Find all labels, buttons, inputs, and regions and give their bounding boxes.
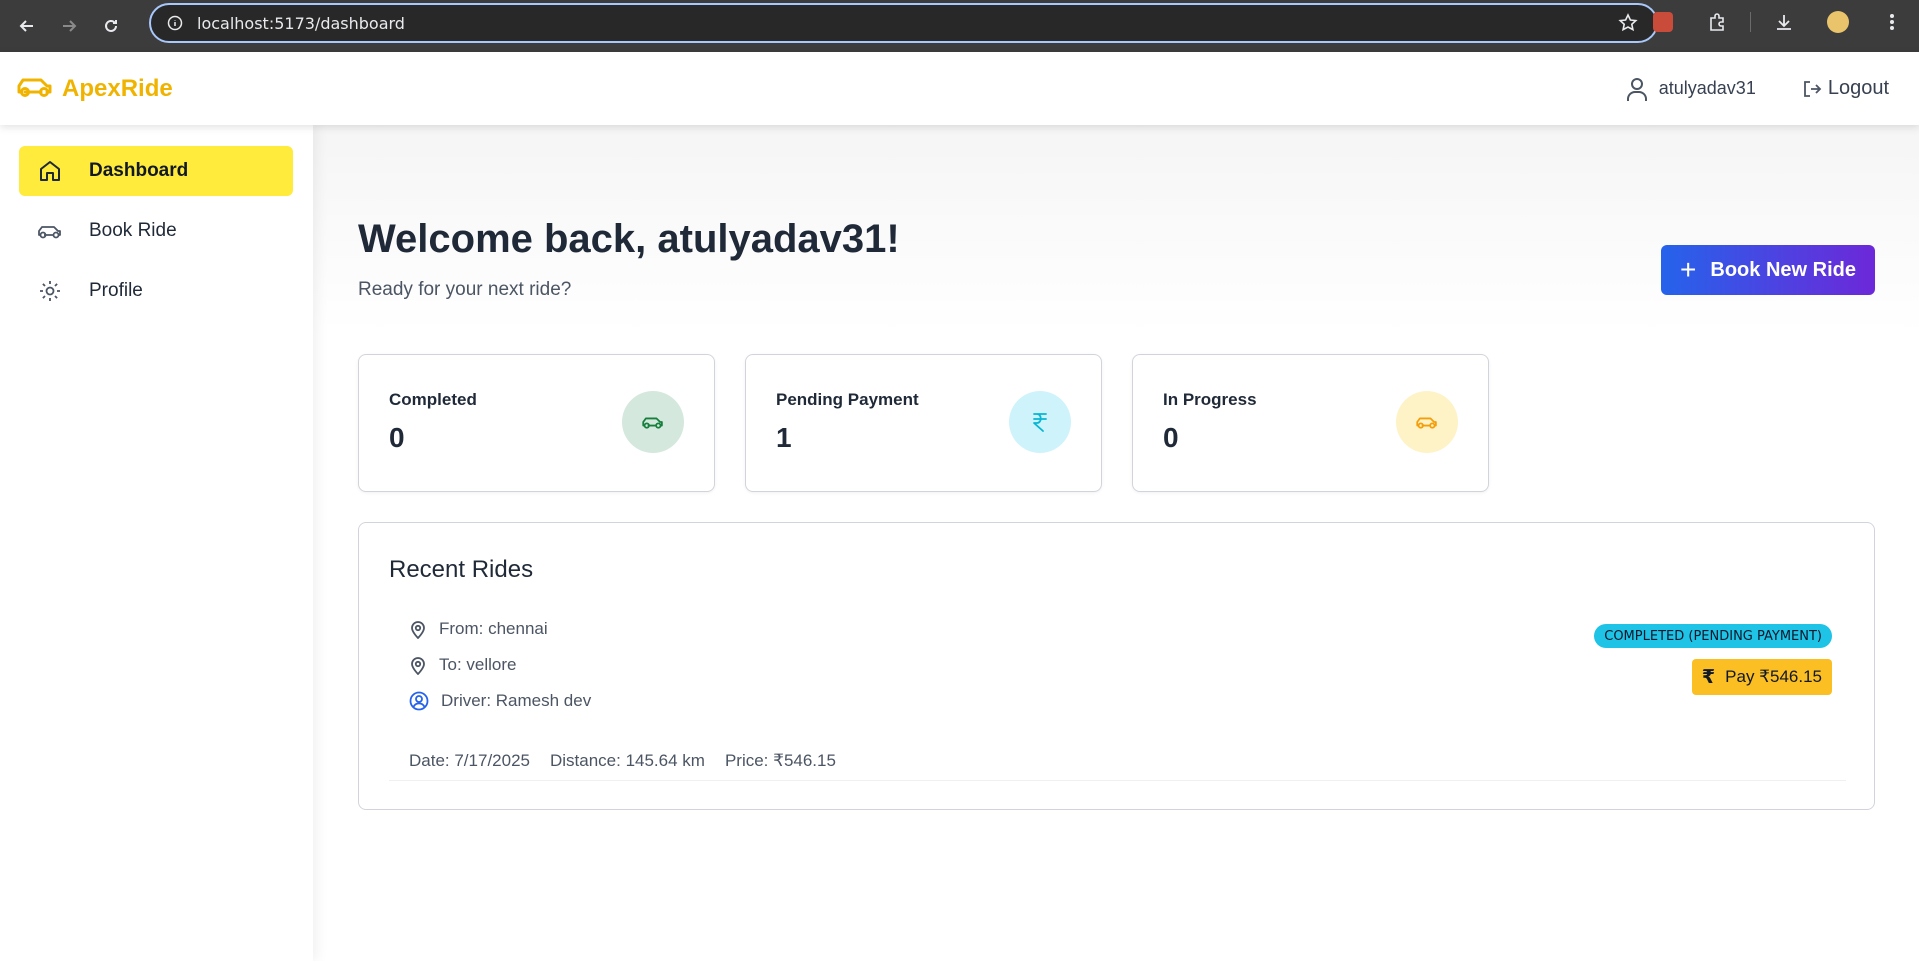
sidebar-item-label: Dashboard xyxy=(89,160,189,181)
stat-label: In Progress xyxy=(1163,390,1257,409)
brand-logo[interactable]: ApexRide xyxy=(16,72,173,105)
forward-button[interactable] xyxy=(54,11,84,41)
browser-menu-icon[interactable] xyxy=(1879,9,1905,35)
reload-button[interactable] xyxy=(96,11,126,41)
home-icon xyxy=(37,159,63,183)
app-header: ApexRide atulyadav31 Logout xyxy=(0,52,1919,125)
car-icon xyxy=(622,391,684,453)
stat-value: 0 xyxy=(389,422,405,453)
gear-icon xyxy=(37,279,63,303)
pay-button-label: Pay ₹546.15 xyxy=(1725,667,1822,686)
ride-meta: Date: 7/17/2025 Distance: 145.64 km Pric… xyxy=(409,751,856,771)
sidebar-item-dashboard[interactable]: Dashboard xyxy=(19,146,293,196)
user-circle-icon xyxy=(409,691,429,711)
sidebar-item-label: Profile xyxy=(89,280,143,301)
extension-icon[interactable] xyxy=(1650,9,1676,35)
address-bar[interactable]: localhost:5173/dashboard xyxy=(149,3,1658,43)
page-title: Welcome back, atulyadav31! xyxy=(358,217,900,261)
ride-driver: Driver: Ramesh dev xyxy=(409,691,591,711)
username-label: atulyadav31 xyxy=(1658,78,1756,98)
logout-icon xyxy=(1803,80,1822,97)
ride-distance: Distance: 145.64 km xyxy=(549,751,705,770)
list-item[interactable]: From: chennai To: vellore Driver: Ramesh… xyxy=(389,613,1846,781)
sidebar: Dashboard Book Ride Profile xyxy=(0,125,313,961)
stat-card-pending-payment: Pending Payment 1 xyxy=(745,354,1102,492)
browser-toolbar: localhost:5173/dashboard xyxy=(0,0,1919,52)
brand-name: ApexRide xyxy=(62,74,173,102)
stat-value: 1 xyxy=(776,422,792,453)
toolbar-divider xyxy=(1750,12,1751,32)
ride-price: Price: ₹546.15 xyxy=(724,751,836,770)
url-text: localhost:5173/dashboard xyxy=(197,13,405,33)
user-icon xyxy=(1626,77,1647,101)
page-subtitle: Ready for your next ride? xyxy=(358,279,572,300)
ride-to: To: vellore xyxy=(409,655,516,675)
map-pin-icon xyxy=(411,621,425,639)
stat-value: 0 xyxy=(1163,422,1179,453)
ride-from: From: chennai xyxy=(409,619,548,639)
stat-card-in-progress: In Progress 0 xyxy=(1132,354,1489,492)
car-logo-icon xyxy=(16,72,54,105)
sidebar-item-profile[interactable]: Profile xyxy=(19,266,293,316)
status-badge: COMPLETED (PENDING PAYMENT) xyxy=(1594,624,1832,648)
rupee-icon xyxy=(1009,391,1071,453)
recent-rides-title: Recent Rides xyxy=(389,556,534,583)
stat-label: Completed xyxy=(389,390,477,409)
back-button[interactable] xyxy=(12,11,42,41)
logout-button[interactable]: Logout xyxy=(1802,77,1889,100)
sidebar-item-label: Book Ride xyxy=(89,220,177,241)
book-new-ride-label: Book New Ride xyxy=(1710,258,1856,281)
extensions-puzzle-icon[interactable] xyxy=(1704,9,1730,35)
stat-card-completed: Completed 0 xyxy=(358,354,715,492)
plus-icon: + xyxy=(1680,254,1697,285)
ride-to-text: To: vellore xyxy=(439,655,517,674)
book-new-ride-button[interactable]: + Book New Ride xyxy=(1661,245,1875,295)
sidebar-item-book-ride[interactable]: Book Ride xyxy=(19,206,293,256)
main-content: Welcome back, atulyadav31! Ready for you… xyxy=(313,125,1919,961)
download-icon[interactable] xyxy=(1771,9,1797,35)
map-pin-icon xyxy=(411,657,425,675)
bookmark-star-icon[interactable] xyxy=(1618,13,1638,38)
ride-date: Date: 7/17/2025 xyxy=(409,751,530,770)
user-menu[interactable]: atulyadav31 xyxy=(1625,76,1756,102)
stat-label: Pending Payment xyxy=(776,390,919,409)
rupee-icon: ₹ xyxy=(1701,666,1716,688)
car-icon xyxy=(1396,391,1458,453)
ride-from-text: From: chennai xyxy=(439,619,548,638)
logout-label: Logout xyxy=(1827,77,1889,99)
ride-driver-text: Driver: Ramesh dev xyxy=(441,691,592,710)
site-info-icon[interactable] xyxy=(165,13,185,33)
profile-avatar-icon[interactable] xyxy=(1825,9,1851,35)
recent-rides-card: Recent Rides From: chennai To: vellore D… xyxy=(358,522,1875,810)
pay-button[interactable]: ₹ Pay ₹546.15 xyxy=(1691,659,1832,695)
car-icon xyxy=(37,222,63,240)
